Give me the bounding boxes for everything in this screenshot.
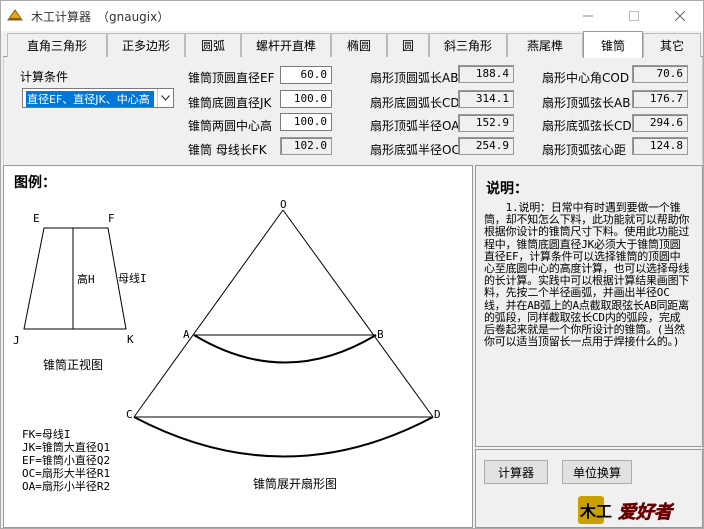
unit-convert-button[interactable]: 单位换算 xyxy=(562,460,632,484)
label-generatrix: 母线I xyxy=(118,271,147,285)
tab-oblique-triangle[interactable]: 斜三角形 xyxy=(429,33,507,57)
logo-prefix: 木工 xyxy=(579,502,612,521)
tab-other[interactable]: 其它 xyxy=(643,33,701,57)
tab-circle[interactable]: 圆 xyxy=(387,33,429,57)
tab-right-triangle[interactable]: 直角三角形 xyxy=(7,33,107,57)
explanation-title: 说明： xyxy=(486,181,528,197)
tab-screw-tenon[interactable]: 螺杆开直榫 xyxy=(241,33,331,57)
result-label-chord-ab: 扇形顶弧弦长AB xyxy=(542,96,631,110)
input-ef[interactable]: 60.0 xyxy=(280,66,332,84)
legend-item: FK=母线I xyxy=(22,428,71,441)
input-height[interactable]: 100.0 xyxy=(280,113,332,131)
cone-front-view: E F J K 高H 母线I 锥筒正视图 xyxy=(13,212,147,372)
legend: FK=母线I JK=锥筒大直径Q1 EF=锥筒小直径Q2 OC=扇形大半径R1 … xyxy=(22,428,110,493)
label-k: K xyxy=(127,333,134,346)
label-j: J xyxy=(13,334,20,347)
condition-select[interactable]: 直径EF、直径JK、中心高 xyxy=(22,88,174,108)
result-oc: 254.9 xyxy=(458,137,514,155)
label-d: D xyxy=(434,408,441,421)
tab-polygon[interactable]: 正多边形 xyxy=(107,33,185,57)
label-b: B xyxy=(377,328,384,341)
input-label-jk: 锥筒底圆直径JK xyxy=(188,96,272,110)
label-a: A xyxy=(183,328,190,341)
input-jk[interactable]: 100.0 xyxy=(280,90,332,108)
tab-ellipse[interactable]: 椭圆 xyxy=(331,33,387,57)
calculator-button[interactable]: 计算器 xyxy=(484,460,548,484)
result-label-cd: 扇形底圆弧长CD xyxy=(370,96,460,110)
result-cod: 70.6 xyxy=(632,65,688,83)
window-title: 木工计算器 （gnaugix） xyxy=(31,10,170,24)
explanation-text: 1.说明：日常中有时遇到要做一个锥筒，却不知怎么下料，此功能就可以帮助你根据你设… xyxy=(484,201,690,349)
input-label-height: 锥筒两圆中心高 xyxy=(188,119,273,133)
bottom-panel: 计算器 单位换算 木工 爱好者 xyxy=(475,449,703,528)
maximize-button[interactable] xyxy=(611,1,657,31)
explanation-panel: 说明： 1.说明：日常中有时遇到要做一个锥筒，却不知怎么下料，此功能就可以帮助你… xyxy=(475,165,703,447)
tab-bar: 直角三角形 正多边形 圆弧 螺杆开直榫 椭圆 圆 斜三角形 燕尾榫 锥筒 其它 xyxy=(3,31,703,58)
label-c: C xyxy=(126,408,133,421)
tab-dovetail[interactable]: 燕尾榫 xyxy=(507,33,583,57)
app-icon xyxy=(7,9,23,21)
result-ab: 188.4 xyxy=(458,65,514,83)
chevron-down-icon xyxy=(157,89,173,107)
result-chord-ab: 176.7 xyxy=(632,90,688,108)
result-oa: 152.9 xyxy=(458,114,514,132)
legend-item: EF=锥筒小直径Q2 xyxy=(22,454,111,467)
logo: 木工 爱好者 xyxy=(576,494,700,526)
label-o: O xyxy=(280,198,287,211)
result-label-chord-dist: 扇形顶弧弦心距 xyxy=(542,143,627,157)
maximize-icon xyxy=(629,11,639,21)
minimize-button[interactable] xyxy=(565,1,611,31)
label-e: E xyxy=(33,212,40,225)
result-chord-cd: 294.6 xyxy=(632,114,688,132)
app-window: 木工计算器 （gnaugix） 直角三角形 正多边形 圆弧 螺杆开直榫 椭圆 圆… xyxy=(0,0,704,529)
condition-select-value: 直径EF、直径JK、中心高 xyxy=(26,91,154,107)
title-bar: 木工计算器 （gnaugix） xyxy=(1,1,703,31)
result-label-oc: 扇形底弧半径OC xyxy=(370,143,460,157)
label-f: F xyxy=(108,212,115,225)
close-icon xyxy=(675,11,685,21)
diagram-panel: 图例： E F J K 高H 母线I 锥筒正视图 O A B C D 锥筒展开扇… xyxy=(3,165,473,528)
front-view-caption: 锥筒正视图 xyxy=(43,357,103,372)
result-label-oa: 扇形顶弧半径OA xyxy=(370,119,460,133)
result-label-cod: 扇形中心角COD xyxy=(542,71,630,85)
result-chord-dist: 124.8 xyxy=(632,137,688,155)
result-label-ab: 扇形顶圆弧长AB xyxy=(370,71,459,85)
result-label-chord-cd: 扇形底弧弦长CD xyxy=(542,119,632,133)
close-button[interactable] xyxy=(657,1,703,31)
tab-cone[interactable]: 锥筒 xyxy=(583,31,643,58)
tab-arc[interactable]: 圆弧 xyxy=(185,33,241,57)
logo-text: 爱好者 xyxy=(618,502,675,523)
result-cd: 314.1 xyxy=(458,90,514,108)
input-panel: 计算条件 直径EF、直径JK、中心高 锥筒顶圆直径EF 60.0 锥筒底圆直径J… xyxy=(3,57,703,164)
condition-label: 计算条件 xyxy=(20,70,69,84)
input-label-fk: 锥筒 母线长FK xyxy=(188,143,267,157)
minimize-icon xyxy=(583,15,593,17)
fan-diagram: O A B C D 锥筒展开扇形图 xyxy=(126,198,441,491)
input-fk[interactable]: 102.0 xyxy=(280,137,332,155)
logo-icon: 木工 爱好者 xyxy=(578,496,675,524)
label-height: 高H xyxy=(77,272,95,286)
legend-item: OC=扇形大半径R1 xyxy=(22,467,111,480)
legend-item: OA=扇形小半径R2 xyxy=(22,480,111,493)
input-label-ef: 锥筒顶圆直径EF xyxy=(188,71,275,85)
fan-caption: 锥筒展开扇形图 xyxy=(253,476,337,491)
legend-item: JK=锥筒大直径Q1 xyxy=(22,441,111,454)
